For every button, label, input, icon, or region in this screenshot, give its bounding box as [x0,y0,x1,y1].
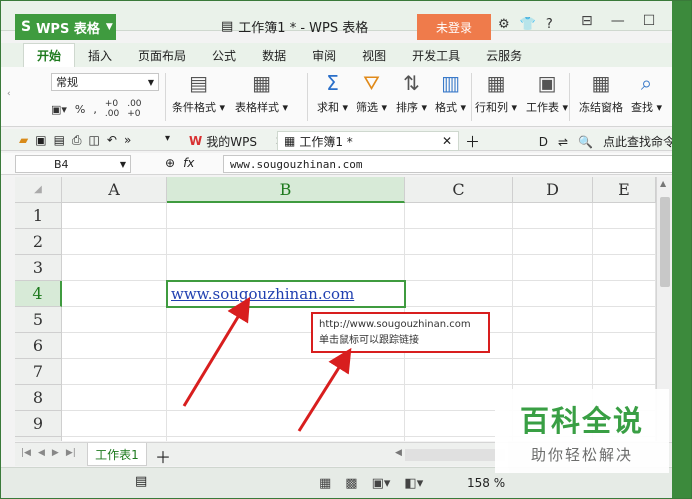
scroll-left-icon[interactable]: ◀ [395,448,402,458]
scroll-thumb[interactable] [660,197,670,287]
watermark-logo: 百科全说 助你轻松解决 [495,389,669,473]
zoom-level[interactable]: 158 % [467,476,505,490]
arrow-to-tooltip [297,347,352,432]
sheet-tab[interactable]: 工作表1 [87,443,147,466]
sheet-navigation: |◀ ◀ ▶ ▶| [21,448,76,458]
add-sheet-icon[interactable]: ＋ [155,444,171,468]
watermark-title: 百科全说 [519,403,644,438]
last-sheet-icon[interactable]: ▶| [66,448,76,458]
macro-icon[interactable]: ▤ [135,474,147,489]
view-modes: ▦ ▩ ▣▾ ◧▾ [319,476,423,491]
wps-window: S WPS 表格 ▼ ▤ 工作簿1 * - WPS 表格 未登录 ⚙ 👕 ? ⊟… [0,0,692,499]
page-break-view-icon[interactable]: ▩ [345,476,357,491]
horizontal-scrollbar[interactable] [405,449,505,461]
window-edge [672,1,691,498]
normal-view-icon[interactable]: ▦ [319,476,331,491]
reading-mode-icon[interactable]: ◧▾ [404,476,423,491]
prev-sheet-icon[interactable]: ◀ [38,448,45,458]
scroll-up-icon[interactable]: ▲ [660,179,666,188]
arrow-to-cell [182,296,251,407]
first-sheet-icon[interactable]: |◀ [21,448,31,458]
next-sheet-icon[interactable]: ▶ [52,448,59,458]
watermark-subtitle: 助你轻松解决 [530,445,633,464]
page-layout-view-icon[interactable]: ▣▾ [372,476,391,491]
